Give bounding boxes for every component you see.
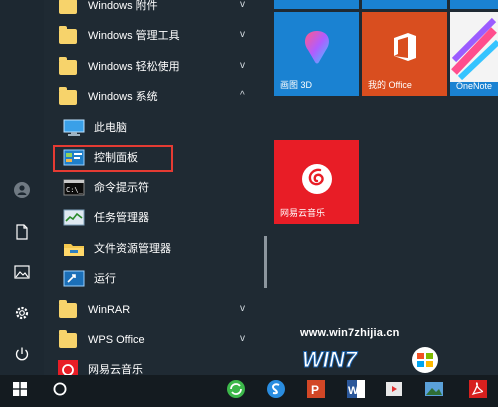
cortana-circle-icon	[53, 382, 67, 401]
list-item-task-manager[interactable]: 任务管理器	[44, 203, 266, 233]
pictures-button[interactable]	[0, 253, 44, 291]
file-explorer-icon	[62, 238, 86, 260]
chevron-down-icon: v	[240, 0, 245, 10]
list-item-file-explorer[interactable]: 文件资源管理器	[44, 234, 266, 264]
svg-text:WIN7: WIN7	[302, 347, 359, 372]
cortana-button[interactable]	[40, 375, 80, 407]
tile-my-office[interactable]: 我的 Office	[362, 12, 447, 96]
list-item-windows-admin-tools[interactable]: Windows 管理工具 v	[44, 21, 266, 51]
start-rail	[0, 0, 44, 375]
list-item-windows-ease-of-access[interactable]: Windows 轻松使用 v	[44, 52, 266, 82]
folder-icon	[56, 25, 80, 47]
task-manager-icon	[62, 207, 86, 229]
tile-onenote[interactable]: OneNote	[450, 12, 498, 96]
command-prompt-icon: C:\_	[62, 177, 86, 199]
user-avatar-icon	[14, 182, 30, 198]
computer-icon	[62, 117, 86, 139]
taskbar: P W	[0, 375, 498, 407]
list-item-label: 文件资源管理器	[94, 243, 171, 255]
folder-icon	[56, 56, 80, 78]
tile-label: 画图 3D	[280, 80, 313, 90]
run-icon	[62, 268, 86, 290]
list-item-label: 此电脑	[94, 122, 127, 134]
tile-partial-2[interactable]	[362, 0, 447, 9]
svg-text:P: P	[311, 383, 319, 397]
list-item-label: Windows 系统	[88, 91, 158, 103]
svg-text:W: W	[348, 385, 359, 397]
office-logo-icon	[392, 32, 418, 67]
taskbar-app-photo[interactable]	[420, 375, 448, 407]
sogou-browser-icon	[266, 379, 286, 404]
paint3d-icon	[302, 30, 332, 69]
tile-partial-3[interactable]	[450, 0, 498, 9]
folder-icon	[56, 329, 80, 351]
list-item-run[interactable]: 运行	[44, 264, 266, 294]
pictures-icon	[14, 265, 30, 279]
list-item-command-prompt[interactable]: C:\_ 命令提示符	[44, 173, 266, 203]
watermark-url: www.win7zhijia.cn	[300, 327, 400, 339]
scrollbar[interactable]	[264, 236, 267, 288]
list-item-winrar[interactable]: WinRAR v	[44, 295, 266, 325]
wps-presentation-icon: P	[306, 379, 326, 404]
netease-music-icon	[56, 359, 80, 375]
folder-icon	[56, 86, 80, 108]
taskbar-app-sogou[interactable]	[262, 375, 290, 407]
chevron-down-icon: v	[240, 303, 245, 314]
chevron-down-icon: v	[240, 60, 245, 71]
list-item-label: 任务管理器	[94, 212, 149, 224]
tile-label: 我的 Office	[368, 80, 412, 90]
windows-logo-icon	[13, 381, 27, 401]
taskbar-app-wps-presentation[interactable]: P	[302, 375, 330, 407]
taskbar-app-word[interactable]: W	[342, 375, 370, 407]
list-item-label: Windows 附件	[88, 0, 158, 12]
start-menu: Windows 附件 v Windows 管理工具 v Windows 轻松使用…	[0, 0, 498, 375]
tile-paint3d[interactable]: 画图 3D	[274, 12, 359, 96]
taskbar-app-pdf[interactable]	[464, 375, 492, 407]
list-item-netease-music[interactable]: 网易云音乐	[44, 355, 266, 375]
power-button[interactable]	[0, 335, 44, 373]
onenote-art-icon	[450, 12, 498, 87]
list-item-label: Windows 轻松使用	[88, 61, 180, 73]
tile-netease-music[interactable]: 网易云音乐	[274, 140, 359, 224]
list-item-label: WinRAR	[88, 304, 131, 316]
app-list: Windows 附件 v Windows 管理工具 v Windows 轻松使用…	[44, 0, 266, 375]
list-item-wps-office[interactable]: WPS Office v	[44, 325, 266, 355]
media-player-icon	[384, 379, 404, 404]
tile-label: 网易云音乐	[280, 208, 326, 218]
green-refresh-app-icon	[226, 379, 246, 404]
netease-music-icon	[301, 163, 333, 200]
chevron-up-icon: ^	[240, 90, 245, 101]
taskbar-app-player[interactable]	[380, 375, 408, 407]
chevron-down-icon: v	[240, 29, 245, 40]
svg-text:C:\_: C:\_	[66, 186, 84, 194]
gear-icon	[14, 305, 30, 321]
start-button[interactable]	[0, 375, 40, 407]
highlight-box	[53, 145, 173, 172]
list-item-windows-accessories[interactable]: Windows 附件 v	[44, 0, 266, 21]
word-icon: W	[346, 379, 366, 404]
settings-button[interactable]	[0, 294, 44, 332]
folder-icon	[56, 299, 80, 321]
taskbar-app-refresh[interactable]	[222, 375, 250, 407]
list-item-label: 运行	[94, 273, 116, 285]
pdf-reader-icon	[468, 379, 488, 404]
folder-icon	[56, 0, 80, 17]
list-item-label: 网易云音乐	[88, 364, 143, 375]
document-icon	[15, 224, 29, 240]
list-item-label: 命令提示符	[94, 182, 149, 194]
tile-label: OneNote	[456, 81, 493, 91]
tile-partial-1[interactable]	[274, 0, 359, 9]
photo-viewer-icon	[424, 379, 444, 404]
power-icon	[14, 346, 30, 362]
list-item-this-pc[interactable]: 此电脑	[44, 113, 266, 143]
user-account-button[interactable]	[0, 171, 44, 209]
list-item-label: Windows 管理工具	[88, 30, 180, 42]
chevron-down-icon: v	[240, 333, 245, 344]
list-item-windows-system[interactable]: Windows 系统 ^	[44, 82, 266, 112]
list-item-label: WPS Office	[88, 334, 145, 346]
documents-button[interactable]	[0, 213, 44, 251]
